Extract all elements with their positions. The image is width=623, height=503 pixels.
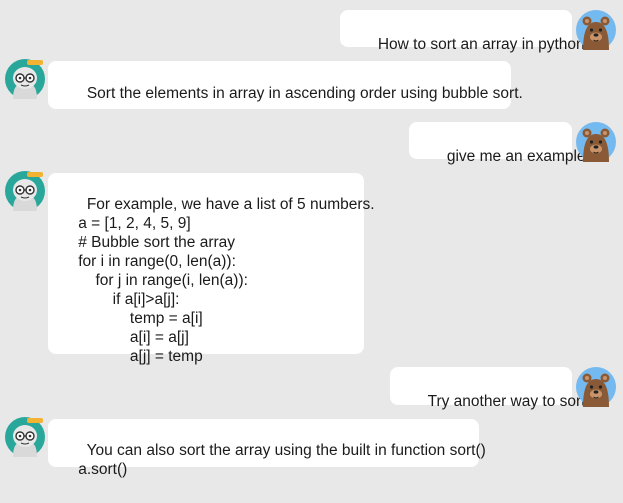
chat-transcript: How to sort an array in python Sort the …: [0, 0, 623, 503]
bot-message-bubble: Sort the elements in array in ascending …: [48, 61, 523, 109]
bot-message-text: For example, we have a list of 5 numbers…: [78, 196, 375, 365]
user-message-text: How to sort an array in python: [377, 36, 585, 53]
user-message-bubble: How to sort an array in python: [340, 10, 585, 53]
bear-avatar-icon: [576, 10, 616, 50]
bot-message-bubble: For example, we have a list of 5 numbers…: [48, 173, 375, 365]
robot-avatar-icon: [5, 417, 45, 457]
user-message-text: Try another way to sort: [427, 393, 586, 410]
robot-avatar-icon: [5, 59, 45, 99]
bear-avatar-icon: [576, 367, 616, 407]
user-message-bubble: give me an example: [409, 122, 586, 165]
bot-message-bubble: You can also sort the array using the bu…: [48, 419, 486, 478]
user-message-bubble: Try another way to sort: [390, 367, 586, 410]
user-message-text: give me an example: [446, 148, 586, 165]
bear-avatar-icon: [576, 122, 616, 162]
bot-message-text: Sort the elements in array in ascending …: [86, 85, 523, 102]
bot-message-text: You can also sort the array using the bu…: [78, 442, 486, 478]
robot-avatar-icon: [5, 171, 45, 211]
